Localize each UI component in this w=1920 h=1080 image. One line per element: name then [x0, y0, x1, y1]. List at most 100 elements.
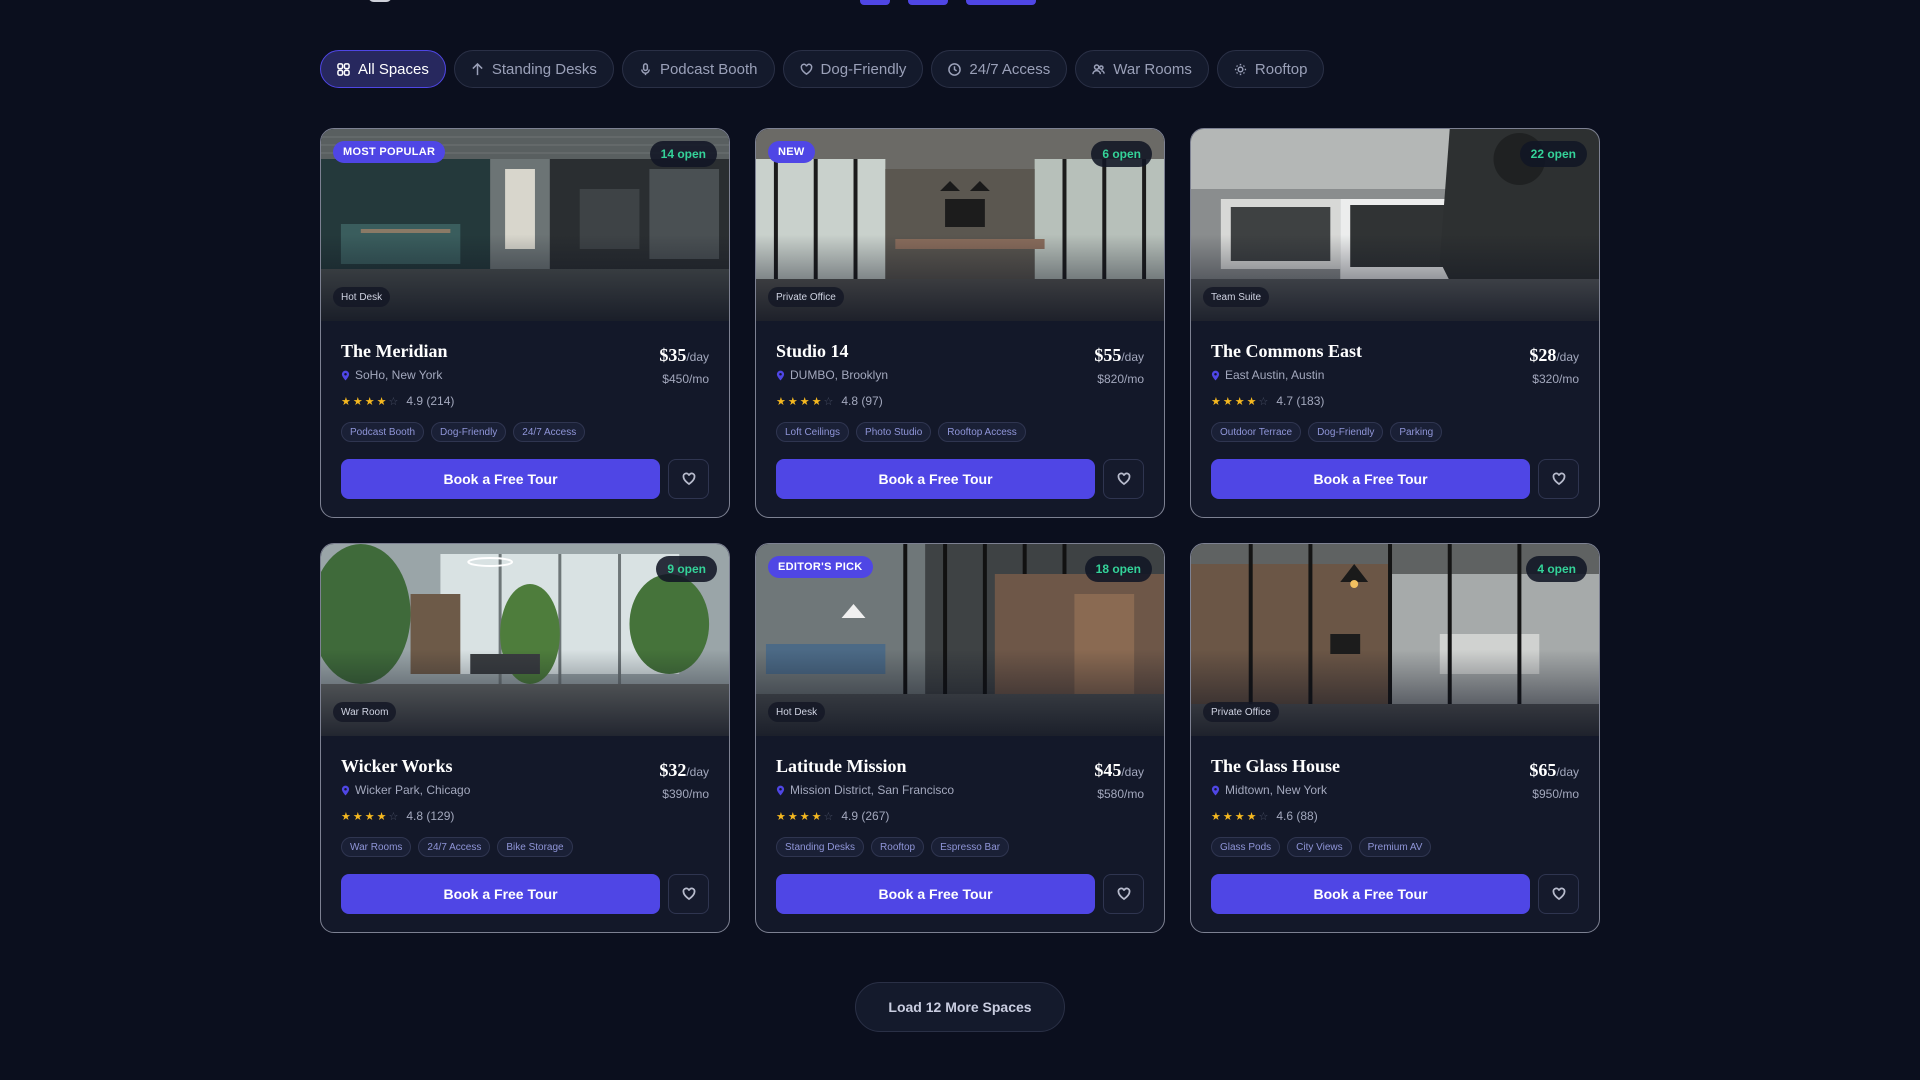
amenity-tag: Dog-Friendly	[431, 422, 507, 442]
favorite-button[interactable]	[1538, 874, 1579, 914]
availability-badge: 18 open	[1084, 556, 1152, 582]
sun-icon	[1234, 63, 1246, 75]
space-card[interactable]: 9 open War Room Wicker Works Wicker Park…	[320, 543, 730, 933]
rating-value: 4.8 (97)	[841, 394, 883, 408]
amenity-tag: Photo Studio	[856, 422, 932, 442]
previous-section-edge	[320, 0, 1600, 6]
popularity-badge: NEW	[768, 141, 815, 163]
space-card[interactable]: NEW 6 open Private Office Studio 14 DUMB…	[755, 128, 1165, 518]
star-rating-icon: ★★★★☆	[776, 395, 836, 408]
heart-icon	[1552, 887, 1565, 901]
space-card[interactable]: MOST POPULAR 14 open Hot Desk The Meridi…	[320, 128, 730, 518]
filter-label: War Rooms	[1113, 60, 1192, 78]
filter-label: Standing Desks	[491, 60, 597, 78]
price-day: $65	[1529, 760, 1557, 780]
space-type-badge: Private Office	[768, 287, 844, 307]
filter-rooftop[interactable]: Rooftop	[1216, 50, 1325, 88]
amenity-tag: City Views	[1287, 837, 1352, 857]
per-day-unit: /day	[686, 765, 709, 779]
rating-value: 4.9 (267)	[841, 809, 890, 823]
space-photo: 9 open War Room	[321, 544, 729, 736]
availability-badge: 6 open	[1091, 141, 1152, 167]
book-tour-button[interactable]: Book a Free Tour	[776, 459, 1095, 499]
space-location: SoHo, New York	[341, 368, 709, 382]
space-name: Studio 14	[776, 341, 849, 361]
arrow-up-icon	[472, 62, 483, 75]
amenity-tag: 24/7 Access	[513, 422, 586, 442]
space-price: $32/day $390/mo	[659, 760, 709, 801]
filter-podcast-booth[interactable]: Podcast Booth	[621, 50, 775, 88]
space-name: The Glass House	[1211, 756, 1341, 776]
favorite-button[interactable]	[1538, 459, 1579, 499]
amenity-tags: Loft Ceilings Photo Studio Rooftop Acces…	[776, 422, 1144, 442]
space-photo: NEW 6 open Private Office	[756, 129, 1164, 321]
filter-24-7-access[interactable]: 24/7 Access	[931, 50, 1068, 88]
space-location: East Austin, Austin	[1211, 368, 1579, 382]
book-tour-button[interactable]: Book a Free Tour	[341, 459, 660, 499]
filter-label: All Spaces	[358, 60, 429, 78]
location-pin-icon	[776, 370, 785, 380]
favorite-button[interactable]	[1103, 459, 1144, 499]
availability-badge: 22 open	[1519, 141, 1587, 167]
filter-dog-friendly[interactable]: Dog-Friendly	[782, 50, 924, 88]
mic-icon	[640, 62, 650, 75]
per-day-unit: /day	[1121, 350, 1144, 364]
heart-icon	[1552, 472, 1565, 486]
space-card[interactable]: EDITOR'S PICK 18 open Hot Desk Latitude …	[755, 543, 1165, 933]
amenity-tag: Rooftop	[871, 837, 925, 857]
book-tour-button[interactable]: Book a Free Tour	[341, 874, 660, 914]
rating-value: 4.6 (88)	[1276, 809, 1318, 823]
rating-value: 4.9 (214)	[406, 394, 455, 408]
price-day: $55	[1094, 345, 1122, 365]
favorite-button[interactable]	[668, 874, 709, 914]
amenity-tag: Podcast Booth	[341, 422, 425, 442]
location-label: Wicker Park, Chicago	[355, 783, 471, 797]
space-rating: ★★★★☆ 4.8 (97)	[776, 394, 1144, 408]
space-type-badge: Private Office	[1203, 702, 1279, 722]
space-price: $55/day $820/mo	[1094, 345, 1144, 386]
location-pin-icon	[341, 785, 350, 795]
favorite-button[interactable]	[668, 459, 709, 499]
amenity-tag: Parking	[1390, 422, 1443, 442]
spaces-grid: MOST POPULAR 14 open Hot Desk The Meridi…	[320, 128, 1600, 933]
book-tour-button[interactable]: Book a Free Tour	[776, 874, 1095, 914]
filter-standing-desks[interactable]: Standing Desks	[453, 50, 614, 88]
location-pin-icon	[776, 785, 785, 795]
location-label: Mission District, San Francisco	[790, 783, 955, 797]
filter-all-spaces[interactable]: All Spaces	[320, 50, 446, 88]
price-month: $320/mo	[1532, 372, 1579, 386]
space-card[interactable]: 22 open Team Suite The Commons East East…	[1190, 128, 1600, 518]
clock-icon	[948, 62, 962, 76]
space-name: Wicker Works	[341, 756, 453, 776]
star-rating-icon: ★★★★☆	[341, 395, 401, 408]
amenity-tags: War Rooms 24/7 Access Bike Storage	[341, 837, 709, 857]
amenity-tag: Standing Desks	[776, 837, 865, 857]
space-type-badge: Hot Desk	[768, 702, 826, 722]
space-type-badge: Hot Desk	[333, 287, 391, 307]
location-label: SoHo, New York	[355, 368, 443, 382]
filter-war-rooms[interactable]: War Rooms	[1075, 50, 1209, 88]
per-day-unit: /day	[1121, 765, 1144, 779]
book-tour-button[interactable]: Book a Free Tour	[1211, 459, 1530, 499]
heart-icon	[1117, 472, 1130, 486]
availability-badge: 14 open	[649, 141, 717, 167]
users-icon	[1092, 63, 1106, 74]
popularity-badge: EDITOR'S PICK	[768, 556, 873, 578]
book-tour-button[interactable]: Book a Free Tour	[1211, 874, 1530, 914]
space-rating: ★★★★☆ 4.6 (88)	[1211, 809, 1579, 823]
amenity-tags: Outdoor Terrace Dog-Friendly Parking	[1211, 422, 1579, 442]
space-price: $35/day $450/mo	[659, 345, 709, 386]
rating-value: 4.8 (129)	[406, 809, 455, 823]
amenity-tag: Bike Storage	[497, 837, 573, 857]
space-card[interactable]: 4 open Private Office The Glass House Mi…	[1190, 543, 1600, 933]
heart-icon	[800, 63, 812, 75]
favorite-button[interactable]	[1103, 874, 1144, 914]
location-label: Midtown, New York	[1225, 783, 1328, 797]
popularity-badge: MOST POPULAR	[333, 141, 446, 163]
load-more-button[interactable]: Load 12 More Spaces	[855, 982, 1065, 1032]
availability-badge: 4 open	[1526, 556, 1587, 582]
price-month: $390/mo	[662, 787, 709, 801]
space-rating: ★★★★☆ 4.9 (267)	[776, 809, 1144, 823]
star-rating-icon: ★★★★☆	[1211, 395, 1271, 408]
space-name: The Commons East	[1211, 341, 1363, 361]
